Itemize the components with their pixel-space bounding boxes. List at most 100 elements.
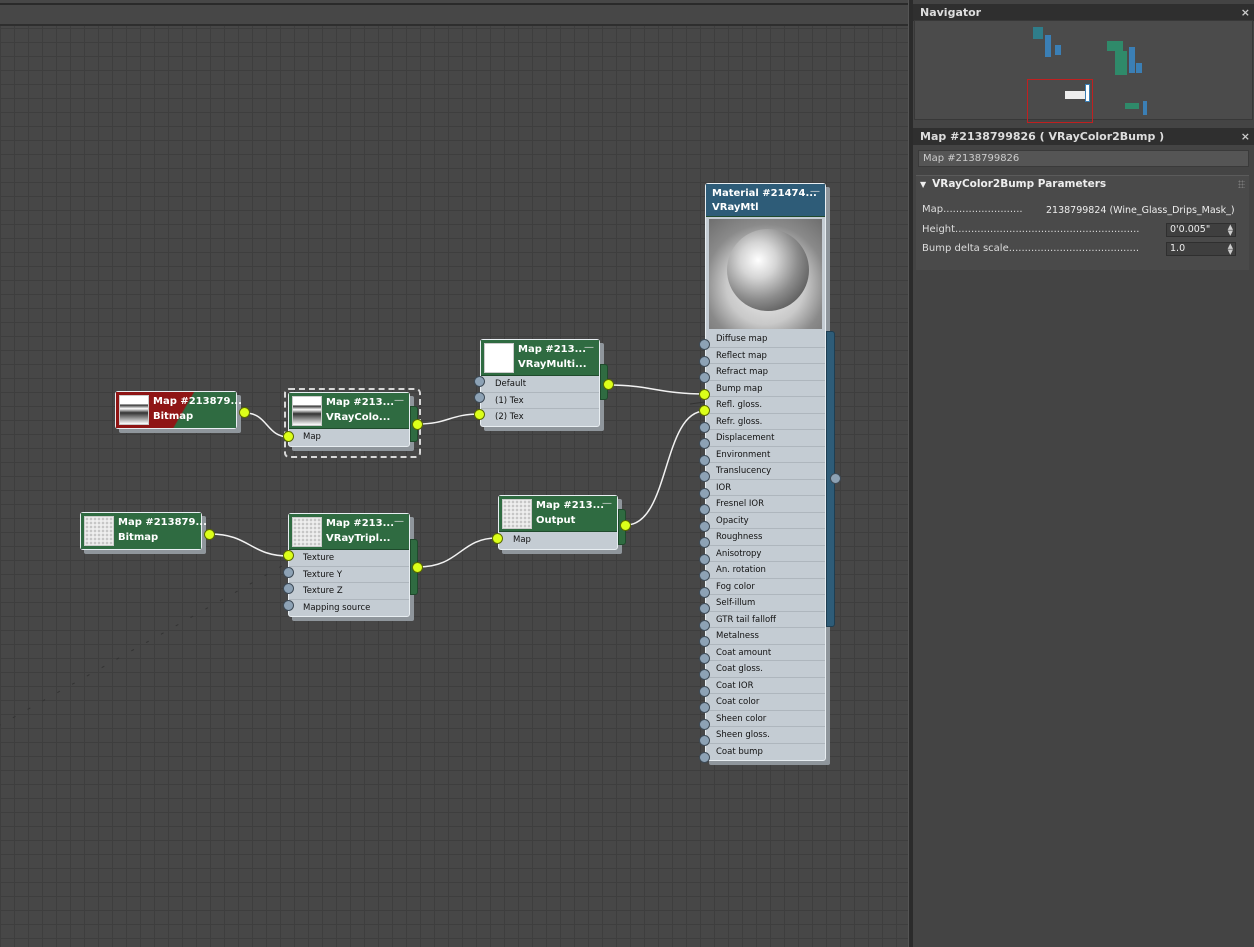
material-input-socket[interactable] [699, 586, 710, 598]
material-slot: Diffuse map [706, 331, 825, 348]
output-socket[interactable] [412, 419, 423, 430]
height-param-label: Height..................................… [922, 224, 1140, 235]
material-slot: Coat bump [716, 746, 763, 757]
minimize-icon[interactable]: — [810, 186, 820, 197]
material-slot: Opacity [706, 513, 825, 529]
input-socket-map[interactable] [283, 431, 294, 442]
node-type: VRayColo... [326, 412, 391, 423]
material-input-socket[interactable] [699, 537, 710, 548]
material-slot: Roughness [706, 529, 825, 546]
material-input-socket[interactable] [699, 619, 710, 631]
output-socket[interactable] [830, 473, 841, 484]
minimize-icon[interactable]: — [394, 516, 404, 527]
node-type: Bitmap [118, 532, 159, 543]
material-input-socket[interactable] [699, 405, 710, 416]
slot-tex-2: (2) Tex [495, 412, 524, 422]
output-socket[interactable] [603, 379, 614, 390]
material-slot: Coat amount [706, 645, 825, 661]
spinner-arrows-icon[interactable]: ▲ ▼ [1228, 243, 1233, 255]
material-input-socket[interactable] [699, 421, 710, 433]
vraycolor2bump-node[interactable]: Map #213... VRayColo... — Map [283, 392, 423, 451]
minimize-icon[interactable]: — [602, 498, 612, 509]
material-input-socket[interactable] [699, 372, 710, 383]
vraymultisubtex-node[interactable]: Map #213... VRayMulti... — Default (1) T… [474, 339, 614, 431]
material-input-socket[interactable] [699, 487, 710, 499]
material-slot: IOR [706, 480, 825, 496]
noise-thumbnail [502, 499, 532, 529]
output-socket[interactable] [620, 520, 631, 531]
vraymtl-material-node[interactable]: Material #21474... VRayMtl — Diffuse map… [699, 183, 841, 765]
material-input-socket[interactable] [699, 520, 710, 532]
input-socket-tex-1[interactable] [474, 392, 485, 403]
node-type: Output [536, 515, 576, 526]
input-socket-texture-y[interactable] [283, 567, 294, 578]
material-input-socket[interactable] [699, 454, 710, 466]
minimize-icon[interactable]: — [584, 342, 594, 353]
material-slot: GTR tail falloff [706, 612, 825, 628]
spinner-arrows-icon[interactable]: ▲ ▼ [1228, 224, 1233, 236]
rollout-header[interactable]: ▼ VRayColor2Bump Parameters [920, 178, 1106, 190]
close-icon[interactable]: × [1241, 4, 1250, 21]
material-slot: An. rotation [706, 562, 825, 579]
material-input-socket[interactable] [699, 504, 710, 515]
material-input-socket[interactable] [699, 438, 710, 449]
navigator-viewport-rect[interactable] [1027, 79, 1093, 123]
bump-delta-spinner[interactable]: 1.0 ▲ ▼ [1166, 242, 1236, 256]
node-title: Map #213... [518, 344, 586, 355]
vraytriplanar-node[interactable]: Map #213... VRayTripl... — Texture Textu… [283, 513, 423, 621]
map-param-button[interactable]: 2138799824 (Wine_Glass_Drips_Mask_) [1042, 204, 1240, 218]
node-type: VRayMulti... [518, 359, 587, 370]
output-socket[interactable] [239, 407, 250, 418]
material-input-socket[interactable] [699, 685, 710, 697]
navigator-view[interactable] [914, 20, 1253, 123]
material-input-socket[interactable] [699, 669, 710, 680]
node-canvas[interactable]: Map #213879... Bitmap Map #213... VRayCo… [0, 0, 908, 947]
vraycolor2bump-rollout: ▼ VRayColor2Bump Parameters Map..........… [916, 175, 1249, 270]
bitmap-node-2[interactable]: Map #213879... Bitmap [80, 512, 215, 554]
material-input-socket[interactable] [699, 603, 710, 614]
material-input-socket[interactable] [699, 751, 710, 763]
material-slot: Translucency [706, 463, 825, 480]
material-input-socket[interactable] [699, 570, 710, 581]
input-socket-tex-2[interactable] [474, 409, 485, 420]
slot-texture: Texture [289, 550, 409, 567]
material-slot: Metalness [706, 628, 825, 645]
minimize-icon[interactable]: — [394, 395, 404, 406]
navigator-header: Navigator × [913, 4, 1254, 21]
output-socket[interactable] [412, 562, 423, 573]
material-input-socket[interactable] [699, 702, 710, 713]
input-socket-mapping-source[interactable] [283, 600, 294, 611]
material-input-socket[interactable] [699, 355, 710, 367]
material-slot-list: Diffuse map Reflect map Refract map Bump ma… [706, 331, 825, 760]
bitmap-node-1[interactable]: Map #213879... Bitmap [115, 391, 250, 433]
slot-map: Map [513, 535, 531, 545]
output-node[interactable]: Map #213... Output — Map [492, 495, 631, 554]
close-icon[interactable]: × [1241, 128, 1250, 145]
material-slot: Fresnel IOR [706, 496, 825, 513]
material-input-socket[interactable] [699, 652, 710, 664]
collapse-icon[interactable]: ▼ [920, 180, 926, 189]
material-input-socket[interactable] [699, 553, 710, 565]
slot-map: Map [303, 432, 321, 442]
input-socket-texture[interactable] [283, 550, 294, 561]
input-socket-texture-z[interactable] [283, 583, 294, 594]
slot-mapping-source: Mapping source [303, 602, 371, 613]
material-input-socket[interactable] [699, 636, 710, 647]
material-input-socket[interactable] [699, 735, 710, 746]
map-name-field[interactable]: Map #2138799826 [918, 150, 1249, 167]
slot-default: Default [481, 376, 599, 393]
rollout-title: VRayColor2Bump Parameters [932, 178, 1107, 190]
drag-grip-icon[interactable] [1238, 180, 1245, 188]
node-title: Material #21474... [712, 188, 817, 199]
output-socket[interactable] [204, 529, 215, 540]
node-type: Bitmap [153, 411, 194, 422]
material-input-socket[interactable] [699, 388, 710, 400]
height-spinner[interactable]: 0'0.005" ▲ ▼ [1166, 223, 1236, 237]
input-socket-default[interactable] [474, 376, 485, 387]
input-socket-map[interactable] [492, 533, 503, 544]
material-input-socket[interactable] [699, 718, 710, 730]
material-input-socket[interactable] [699, 339, 710, 350]
material-input-socket[interactable] [699, 471, 710, 482]
material-slot: Sheen color [706, 711, 825, 727]
material-slot: Fog color [706, 579, 825, 595]
